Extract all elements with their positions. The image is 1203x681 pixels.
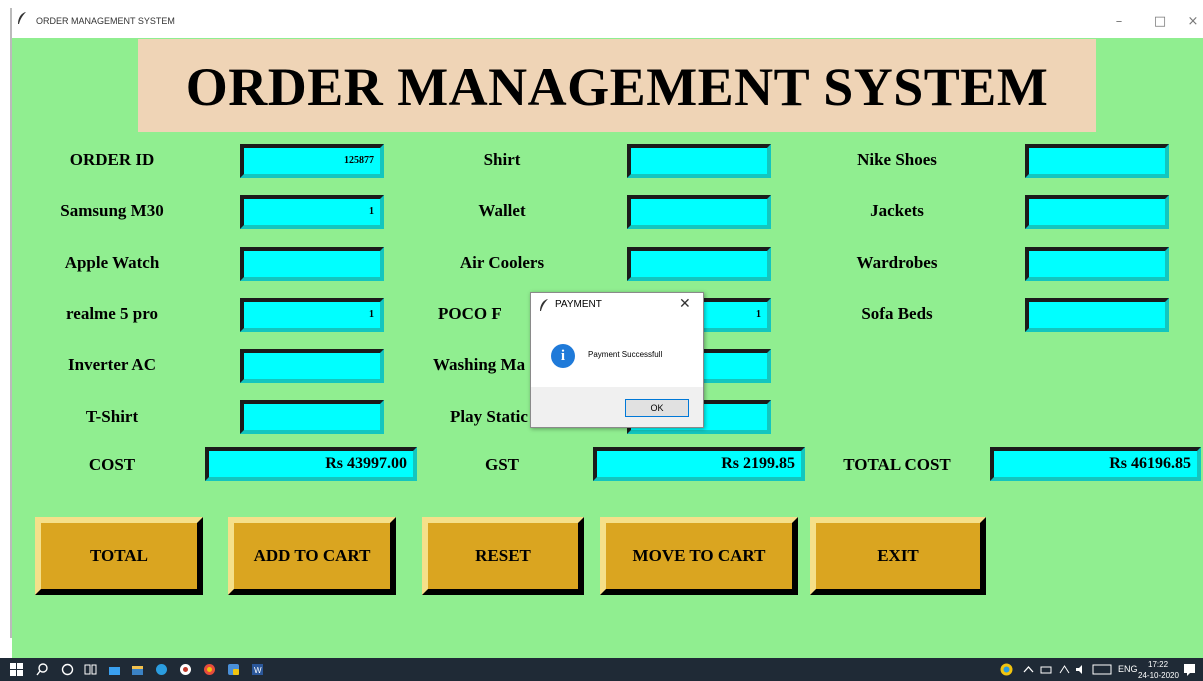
wardrobes-label: Wardrobes xyxy=(856,253,938,272)
page-title: ORDER MANAGEMENT SYSTEM xyxy=(138,39,1096,132)
shirt-label: Shirt xyxy=(483,150,521,169)
cost-label: COST xyxy=(88,455,136,474)
realme-5-pro-label: realme 5 pro xyxy=(66,304,158,323)
clock-date[interactable]: 24-10-2020 xyxy=(1138,671,1179,680)
air-coolers-field[interactable] xyxy=(627,247,771,281)
notifications-icon[interactable] xyxy=(1183,663,1196,676)
dialog-title: PAYMENT xyxy=(555,299,602,310)
sofa-beds-label: Sofa Beds xyxy=(861,304,933,323)
cost-field[interactable]: Rs 43997.00 xyxy=(205,447,417,481)
payment-dialog: PAYMENT ✕ i Payment Successfull OK xyxy=(530,292,704,428)
samsung-m30-value: 1 xyxy=(369,206,374,217)
inverter-ac-label: Inverter AC xyxy=(68,355,156,374)
apple-watch-field[interactable] xyxy=(240,247,384,281)
move-to-cart-button[interactable]: MOVE TO CART xyxy=(600,517,798,595)
t-shirt-field[interactable] xyxy=(240,400,384,434)
shirt-field[interactable] xyxy=(627,144,771,178)
app-icon[interactable] xyxy=(179,663,192,676)
order-id-value: 125877 xyxy=(344,155,374,166)
jackets-label: Jackets xyxy=(870,201,924,220)
realme-5-pro-field[interactable]: 1 xyxy=(240,298,384,332)
play-station-label: Play Static xyxy=(450,407,528,426)
feather-icon xyxy=(540,299,548,311)
order-id-field[interactable]: 125877 xyxy=(240,144,384,178)
t-shirt-label: T-Shirt xyxy=(85,407,139,426)
file-explorer-icon[interactable] xyxy=(131,663,144,676)
samsung-m30-field[interactable]: 1 xyxy=(240,195,384,229)
feather-icon xyxy=(18,12,26,24)
sofa-beds-field[interactable] xyxy=(1025,298,1169,332)
washing-machine-label: Washing Ma xyxy=(433,355,526,374)
gst-label: GST xyxy=(484,455,520,474)
total-button[interactable]: TOTAL xyxy=(35,517,203,595)
minimize-button[interactable]: – xyxy=(1106,10,1132,34)
cost-value: Rs 43997.00 xyxy=(325,455,407,472)
task-view-icon[interactable] xyxy=(84,663,97,676)
language-indicator[interactable]: ENG xyxy=(1118,664,1138,674)
store-icon[interactable] xyxy=(108,663,121,676)
help-icon[interactable] xyxy=(1000,663,1013,676)
python-icon[interactable] xyxy=(227,663,240,676)
samsung-m30-label: Samsung M30 xyxy=(60,201,164,220)
total-cost-label: TOTAL COST xyxy=(843,455,951,474)
nike-shoes-label: Nike Shoes xyxy=(857,150,937,169)
wallet-label: Wallet xyxy=(478,201,526,220)
gst-value: Rs 2199.85 xyxy=(721,455,795,472)
air-coolers-label: Air Coolers xyxy=(459,253,545,272)
nike-shoes-field[interactable] xyxy=(1025,144,1169,178)
windows-start-icon[interactable] xyxy=(10,663,23,676)
info-icon: i xyxy=(551,344,575,368)
chrome-icon[interactable] xyxy=(203,663,216,676)
order-id-label: ORDER ID xyxy=(69,150,155,169)
wardrobes-field[interactable] xyxy=(1025,247,1169,281)
word-icon[interactable]: W xyxy=(251,663,264,676)
volume-icon[interactable] xyxy=(1074,663,1087,676)
clock-time[interactable]: 17:22 xyxy=(1148,660,1168,669)
dialog-close-button[interactable]: ✕ xyxy=(679,296,691,312)
window-title: ORDER MANAGEMENT SYSTEM xyxy=(36,16,175,26)
wallet-field[interactable] xyxy=(627,195,771,229)
jackets-field[interactable] xyxy=(1025,195,1169,229)
poco-label: POCO F xyxy=(438,304,502,323)
realme-5-pro-value: 1 xyxy=(369,309,374,320)
inverter-ac-field[interactable] xyxy=(240,349,384,383)
close-window-button[interactable]: × xyxy=(1183,10,1203,34)
svg-text:W: W xyxy=(254,666,262,675)
keyboard-icon[interactable] xyxy=(1092,663,1112,676)
cortana-icon[interactable] xyxy=(61,663,74,676)
window-titlebar xyxy=(10,8,1203,38)
search-icon[interactable] xyxy=(36,663,49,676)
wifi-icon[interactable] xyxy=(1058,663,1071,676)
edge-icon[interactable] xyxy=(155,663,168,676)
battery-icon[interactable] xyxy=(1040,663,1053,676)
gst-field[interactable]: Rs 2199.85 xyxy=(593,447,805,481)
ok-button[interactable]: OK xyxy=(625,399,689,417)
reset-button[interactable]: RESET xyxy=(422,517,584,595)
maximize-button[interactable]: □ xyxy=(1147,10,1173,34)
total-cost-field[interactable]: Rs 46196.85 xyxy=(990,447,1201,481)
apple-watch-label: Apple Watch xyxy=(64,253,160,272)
total-cost-value: Rs 46196.85 xyxy=(1109,455,1191,472)
chevron-up-icon[interactable] xyxy=(1022,663,1035,676)
add-to-cart-button[interactable]: ADD TO CART xyxy=(228,517,396,595)
exit-button[interactable]: EXIT xyxy=(810,517,986,595)
dialog-message: Payment Successfull xyxy=(588,350,663,359)
